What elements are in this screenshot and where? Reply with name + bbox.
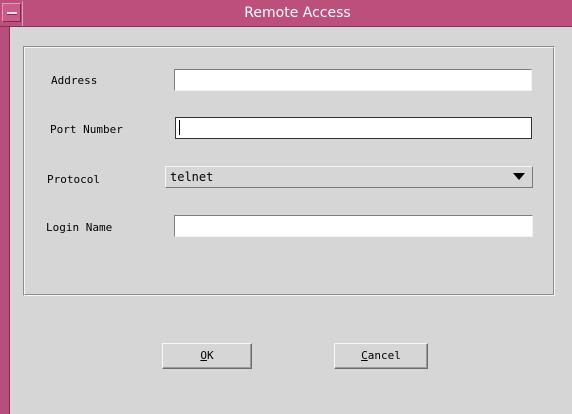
login-name-label: Login Name <box>46 221 113 234</box>
ok-mnemonic: O <box>200 349 207 362</box>
cancel-mnemonic: C <box>361 349 368 362</box>
window-menu-button[interactable] <box>2 3 21 22</box>
ok-label-rest: K <box>207 349 214 362</box>
text-caret <box>179 120 180 135</box>
window-menu-icon <box>7 12 17 15</box>
title-bar[interactable]: Remote Access <box>0 0 572 27</box>
protocol-select[interactable]: telnet <box>165 166 533 188</box>
remote-access-window: Remote Access Address Port Number Protoc… <box>0 0 572 414</box>
cancel-label-rest: ancel <box>367 349 401 362</box>
port-number-label: Port Number <box>50 123 123 136</box>
window-left-border <box>0 0 9 414</box>
address-field[interactable] <box>174 69 532 91</box>
window-title: Remote Access <box>244 5 351 21</box>
window-inner-border <box>9 27 10 414</box>
login-name-field[interactable] <box>174 215 533 237</box>
port-number-field[interactable] <box>175 117 532 139</box>
ok-button[interactable]: OK <box>162 343 252 369</box>
address-label: Address <box>51 74 98 87</box>
cancel-button[interactable]: Cancel <box>334 343 428 369</box>
chevron-down-icon <box>513 173 525 180</box>
protocol-selected-value: telnet <box>170 170 214 184</box>
protocol-label: Protocol <box>47 173 100 186</box>
